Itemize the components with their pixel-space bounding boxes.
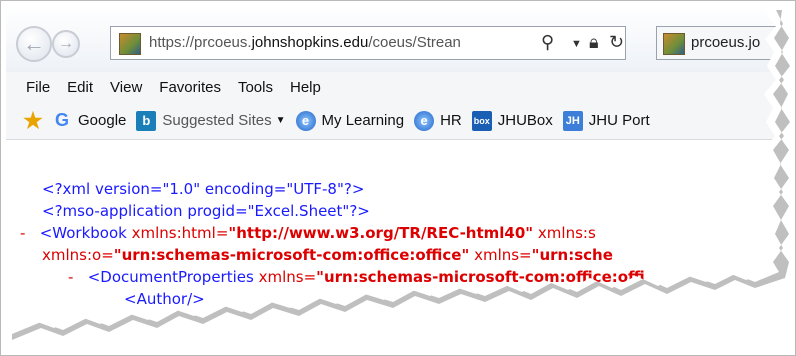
xml-documentproperties-line: - <DocumentProperties xmlns="urn:schemas… (68, 267, 645, 287)
xml-tag: <DocumentProperties (87, 268, 254, 286)
back-button[interactable]: ← (16, 26, 52, 62)
menu-bar: File Edit View Favorites Tools Help (6, 72, 776, 102)
menu-help[interactable]: Help (290, 79, 321, 96)
box-icon: box (471, 110, 492, 131)
menu-view[interactable]: View (110, 79, 142, 96)
lock-icon[interactable]: 🔒︎ (589, 32, 599, 53)
xml-attr: xmlns:html= (131, 224, 229, 242)
site-favicon-icon (119, 33, 141, 55)
forward-arrow-icon: → (58, 35, 74, 52)
dropdown-caret-icon: ▼ (275, 115, 286, 126)
favorite-label: HR (440, 112, 462, 129)
torn-page-capture: ← → https://prcoeus.johnshopkins.edu/coe… (0, 0, 796, 356)
back-arrow-icon: ← (23, 31, 45, 56)
favorites-star-icon[interactable]: ★ (20, 108, 46, 133)
google-icon: G (54, 110, 69, 130)
xml-namespace-line: xmlns:o="urn:schemas-microsoft-com:offic… (42, 245, 613, 265)
xml-attr: xmlns:s (537, 224, 596, 242)
favorite-jhubox[interactable]: box JHUBox (471, 110, 553, 131)
xml-value: "http://www.w3.org/TR/REC-html40" (228, 224, 534, 242)
url-text[interactable]: https://prcoeus.johnshopkins.edu/coeus/S… (149, 34, 461, 51)
collapse-toggle[interactable]: - (68, 268, 73, 286)
search-icon[interactable]: ⚲ (541, 32, 554, 53)
bing-icon: b (136, 110, 157, 131)
menu-file[interactable]: File (26, 79, 50, 96)
tab-title: prcoeus.jo (691, 34, 761, 51)
address-row: ← → https://prcoeus.johnshopkins.edu/coe… (6, 4, 776, 72)
favorite-label: JHU Port (588, 112, 650, 129)
url-domain: johnshopkins.edu (251, 34, 369, 51)
favorite-hr[interactable]: e HR (414, 110, 462, 131)
chevron-down-icon[interactable]: ▼ (571, 38, 582, 50)
favorite-my-learning[interactable]: e My Learning (295, 110, 405, 131)
favorite-label: Google (78, 112, 127, 129)
xml-author-tag: <Author/> (124, 290, 205, 308)
menu-tools[interactable]: Tools (238, 79, 273, 96)
favorites-bar: ★ G Google b Suggested Sites ▼ e My Lear… (6, 102, 776, 140)
xml-tag: <Workbook (39, 224, 127, 242)
jh-icon: JH (562, 110, 583, 131)
favorite-label: JHUBox (497, 112, 553, 129)
favorite-suggested-sites[interactable]: b Suggested Sites ▼ (136, 110, 286, 131)
address-bar[interactable]: https://prcoeus.johnshopkins.edu/coeus/S… (110, 26, 626, 60)
xml-attr: xmlns= (474, 246, 532, 264)
xml-workbook-line: - <Workbook xmlns:html="http://www.w3.or… (20, 223, 596, 243)
menu-edit[interactable]: Edit (67, 79, 93, 96)
refresh-icon[interactable]: ↻ (609, 32, 624, 53)
xml-value: "urn:sche (531, 246, 613, 264)
favorite-label: My Learning (321, 112, 405, 129)
url-suffix: /coeus/Strean (368, 34, 461, 51)
url-prefix: https://prcoeus. (149, 34, 252, 51)
favorite-google[interactable]: G Google (52, 110, 127, 131)
ie-icon: e (414, 110, 435, 131)
xml-processing-instruction: <?mso-application progid="Excel.Sheet"?> (42, 202, 370, 220)
xml-attr: xmlns= (258, 268, 317, 286)
menu-favorites[interactable]: Favorites (159, 79, 221, 96)
favorite-label: Suggested Sites (162, 112, 272, 129)
xml-attr: xmlns:o= (42, 246, 114, 264)
tab-favicon-icon (663, 33, 685, 55)
collapse-toggle[interactable]: - (20, 224, 25, 242)
browser-tab[interactable]: prcoeus.jo (656, 26, 776, 60)
browser-page: ← → https://prcoeus.johnshopkins.edu/coe… (6, 4, 776, 332)
xml-value: "urn:schemas-microsoft-com:office:office… (113, 246, 470, 264)
forward-button[interactable]: → (52, 30, 80, 58)
ie-icon: e (295, 110, 316, 131)
favorite-jhu-portal[interactable]: JH JHU Port (562, 110, 650, 131)
xml-declaration: <?xml version="1.0" encoding="UTF-8"?> (42, 180, 365, 198)
